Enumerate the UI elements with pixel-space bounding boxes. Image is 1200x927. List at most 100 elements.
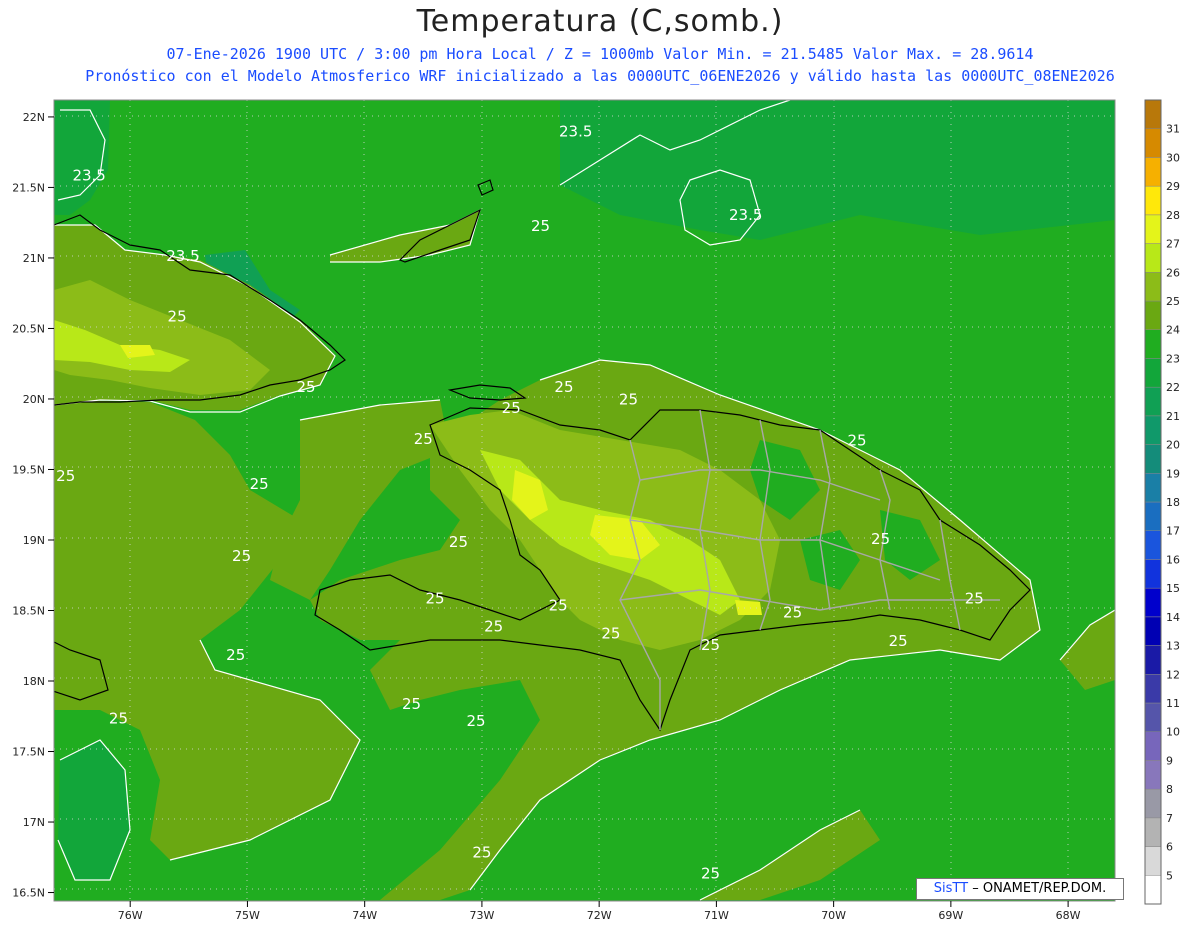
contour-label: 23.5 bbox=[559, 123, 592, 141]
colorbar-swatch bbox=[1144, 674, 1162, 704]
contour-label: 25 bbox=[554, 378, 573, 396]
colorbar-swatch bbox=[1144, 128, 1162, 158]
temp-zone-hispaniola-29-c bbox=[735, 600, 762, 615]
lon-tick-label: 70W bbox=[821, 909, 846, 922]
colorbar-label: 28 bbox=[1166, 209, 1180, 222]
colorbar-label: 31 bbox=[1166, 123, 1180, 136]
colorbar-label: 16 bbox=[1166, 553, 1180, 566]
contour-label: 25 bbox=[232, 547, 251, 565]
contour-label: 25 bbox=[250, 475, 269, 493]
colorbar-swatch bbox=[1144, 329, 1162, 359]
colorbar-label: 15 bbox=[1166, 582, 1180, 595]
lon-tick-label: 74W bbox=[352, 909, 377, 922]
contour-label: 25 bbox=[531, 217, 550, 235]
colorbar-swatch bbox=[1144, 473, 1162, 503]
colorbar-label: 24 bbox=[1166, 324, 1180, 337]
colorbar-swatch bbox=[1144, 386, 1162, 417]
lat-tick-label: 17.5N bbox=[12, 746, 45, 759]
lon-tick-label: 76W bbox=[118, 909, 143, 922]
colorbar-swatch bbox=[1144, 846, 1162, 876]
contour-label: 25 bbox=[472, 843, 491, 861]
colorbar-swatch bbox=[1144, 214, 1162, 244]
colorbar-swatch bbox=[1144, 817, 1162, 847]
contour-label: 25 bbox=[965, 589, 984, 607]
lat-tick-label: 19.5N bbox=[12, 463, 45, 476]
colorbar-label: 29 bbox=[1166, 180, 1180, 193]
lon-tick-label: 75W bbox=[235, 909, 260, 922]
colorbar-swatch bbox=[1144, 358, 1162, 388]
colorbar-swatch bbox=[1144, 300, 1162, 330]
colorbar-label: 30 bbox=[1166, 151, 1180, 164]
lon-tick-label: 72W bbox=[587, 909, 612, 922]
colorbar-swatch bbox=[1144, 760, 1162, 790]
contour-label: 25 bbox=[549, 596, 568, 614]
lon-tick-label: 69W bbox=[938, 909, 963, 922]
contour-label: 25 bbox=[226, 646, 245, 664]
colorbar-swatch bbox=[1144, 272, 1162, 302]
colorbar-label: 26 bbox=[1166, 266, 1180, 279]
colorbar-swatch bbox=[1144, 616, 1162, 646]
colorbar-swatch bbox=[1144, 157, 1162, 187]
credit-box: SisTT – ONAMET/REP.DOM. bbox=[916, 878, 1124, 900]
colorbar-swatch bbox=[1144, 587, 1162, 618]
contour-label: 25 bbox=[297, 378, 316, 396]
colorbar-label: 14 bbox=[1166, 611, 1180, 624]
temperature-map: 22N 21.5N 21N 20.5N 20N 19.5N 19N 18.5N 18N 17.5N… bbox=[12, 99, 1180, 922]
contour-label: 25 bbox=[619, 391, 638, 409]
colorbar-label: 25 bbox=[1166, 295, 1180, 308]
contour-label: 25 bbox=[56, 467, 75, 485]
contour-label: 25 bbox=[701, 864, 720, 882]
contour-label: 25 bbox=[502, 399, 521, 417]
temp-zone-23 bbox=[560, 100, 1115, 240]
lon-tick-label: 68W bbox=[1056, 909, 1081, 922]
colorbar-label: 20 bbox=[1166, 439, 1180, 452]
contour-label: 25 bbox=[402, 695, 421, 713]
colorbar-swatch bbox=[1144, 731, 1162, 761]
colorbar-swatch bbox=[1144, 559, 1162, 589]
lat-tick-label: 21.5N bbox=[12, 181, 45, 194]
colorbar-label: 17 bbox=[1166, 525, 1180, 538]
colorbar-label: 7 bbox=[1166, 812, 1173, 825]
colorbar-label: 11 bbox=[1166, 697, 1180, 710]
latitude-axis: 22N 21.5N 21N 20.5N 20N 19.5N 19N 18.5N 18N 17.5N… bbox=[12, 111, 54, 900]
colorbar-label: 13 bbox=[1166, 640, 1180, 653]
colorbar-swatch bbox=[1144, 243, 1162, 273]
colorbar: 5 6 7 8 9 10 11 12 13 14 15 16 17 18 19 20 21 22 23 24 25 26 2… bbox=[1144, 99, 1180, 905]
lat-tick-label: 17N bbox=[23, 816, 45, 829]
lat-tick-label: 21N bbox=[23, 252, 45, 265]
longitude-axis: 76W 75W 74W 73W 72W 71W 70W 69W 68W bbox=[118, 901, 1081, 922]
colorbar-label: 23 bbox=[1166, 352, 1180, 365]
lat-tick-label: 18N bbox=[23, 675, 45, 688]
contour-label: 25 bbox=[783, 604, 802, 622]
contour-label: 25 bbox=[414, 430, 433, 448]
contour-label: 25 bbox=[109, 709, 128, 727]
colorbar-swatch bbox=[1144, 702, 1162, 732]
colorbar-swatch bbox=[1144, 530, 1162, 560]
colorbar-label: 18 bbox=[1166, 496, 1180, 509]
colorbar-swatch bbox=[1144, 501, 1162, 531]
colorbar-label: 19 bbox=[1166, 467, 1180, 480]
colorbar-label: 9 bbox=[1166, 754, 1173, 767]
colorbar-swatch bbox=[1144, 99, 1162, 129]
colorbar-label: 27 bbox=[1166, 238, 1180, 251]
colorbar-label: 5 bbox=[1166, 869, 1173, 882]
credit-brand: SisTT bbox=[933, 881, 969, 896]
contour-label: 25 bbox=[467, 712, 486, 730]
lat-tick-label: 20N bbox=[23, 393, 45, 406]
lat-tick-label: 19N bbox=[23, 534, 45, 547]
contour-label: 25 bbox=[168, 307, 187, 325]
colorbar-label: 21 bbox=[1166, 410, 1180, 423]
coast-cuba-west bbox=[54, 209, 55, 210]
contour-label: 25 bbox=[871, 530, 890, 548]
contour-label: 25 bbox=[701, 636, 720, 654]
colorbar-label: 10 bbox=[1166, 726, 1180, 739]
colorbar-swatch bbox=[1144, 185, 1162, 216]
contour-label: 23.5 bbox=[166, 247, 199, 265]
lat-tick-label: 16.5N bbox=[12, 887, 45, 900]
colorbar-label: 8 bbox=[1166, 783, 1173, 796]
colorbar-swatch bbox=[1144, 645, 1162, 675]
contour-label: 23.5 bbox=[729, 206, 762, 224]
colorbar-swatch bbox=[1144, 788, 1162, 819]
lat-tick-label: 20.5N bbox=[12, 322, 45, 335]
colorbar-label: 22 bbox=[1166, 381, 1180, 394]
